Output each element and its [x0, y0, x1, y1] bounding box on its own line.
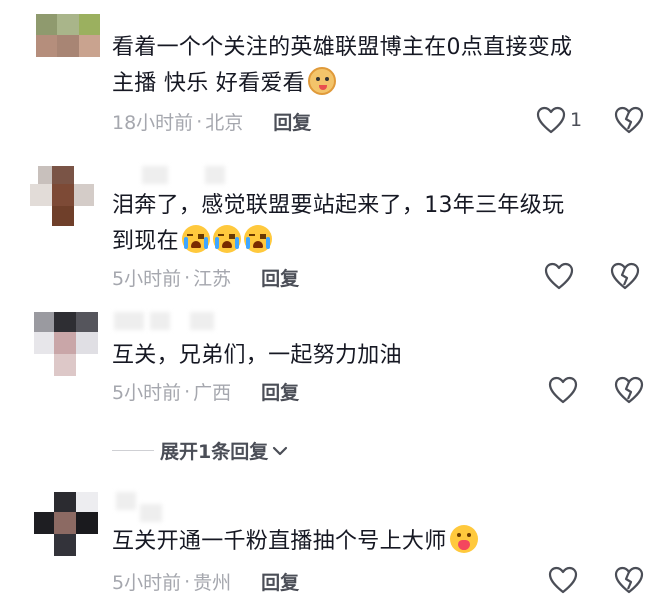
comment-text-segment: 互关开通一千粉直播抽个号上大师 — [112, 529, 447, 554]
like-button[interactable] — [548, 566, 578, 594]
comment-location: 贵州 — [193, 572, 232, 594]
heart-icon — [548, 566, 578, 594]
comment-time: 18小时前 — [112, 112, 194, 134]
comment-item: 互关开通一千粉直播抽个号上大师 5小时前 · 贵州 回复 — [0, 480, 670, 612]
username-blurred — [205, 166, 225, 184]
comment-meta: 5小时前 · 贵州 回复 — [112, 568, 299, 595]
comment-text-line: 互关，兄弟们，一起努力加油 — [112, 343, 402, 368]
chevron-down-icon — [273, 446, 288, 455]
like-button[interactable] — [548, 376, 578, 404]
like-count: 1 — [570, 109, 583, 131]
crying-emoji-icon — [212, 225, 241, 253]
dislike-button[interactable] — [610, 262, 640, 290]
comment-text-segment: 到现在 — [112, 229, 179, 254]
dislike-button[interactable] — [614, 566, 644, 594]
meta-separator: · — [184, 266, 191, 289]
meta-separator: · — [184, 380, 191, 403]
crying-emoji-icon — [243, 225, 272, 253]
avatar[interactable] — [34, 312, 98, 376]
comment-text: 互关，兄弟们，一起努力加油 — [112, 338, 632, 374]
avatar[interactable] — [30, 166, 94, 230]
comment-item: 泪奔了，感觉联盟要站起来了，13年三年级玩 到现在 5小时前 · 江苏 回复 — [0, 150, 670, 300]
comment-text: 互关开通一千粉直播抽个号上大师 — [112, 524, 632, 560]
heart-icon — [536, 106, 566, 134]
reply-button[interactable]: 回复 — [261, 568, 299, 595]
expand-replies-button[interactable]: 展开1条回复 — [112, 437, 288, 464]
reply-button[interactable]: 回复 — [261, 264, 299, 291]
comment-meta: 5小时前 · 广西 回复 — [112, 378, 299, 405]
comment-location: 广西 — [193, 382, 232, 404]
crying-emoji-icon — [181, 225, 210, 253]
like-button[interactable] — [544, 262, 574, 290]
comment-time: 5小时前 — [112, 382, 182, 404]
username-blurred — [116, 492, 136, 510]
like-button[interactable]: 1 — [536, 106, 582, 134]
comment-text: 看着一个个关注的英雄联盟博主在0点直接变成 主播 快乐 好看爱看 — [112, 30, 632, 102]
broken-heart-icon — [610, 262, 640, 290]
dislike-button[interactable] — [614, 106, 644, 134]
dislike-button[interactable] — [614, 376, 644, 404]
reply-button[interactable]: 回复 — [273, 108, 311, 135]
username-blurred — [140, 504, 162, 522]
comment-text-line: 到现在 — [112, 224, 632, 260]
doge-emoji-icon — [308, 67, 336, 95]
comment-item: 互关，兄弟们，一起努力加油 5小时前 · 广西 回复 — [0, 300, 670, 415]
username-blurred — [150, 312, 170, 330]
comment-text-segment: 主播 快乐 好看爱看 — [112, 71, 305, 96]
username-blurred — [142, 166, 168, 184]
comment-text-line: 互关开通一千粉直播抽个号上大师 — [112, 524, 632, 560]
comment-time: 5小时前 — [112, 572, 182, 594]
avatar[interactable] — [36, 14, 100, 78]
comment-item: 看着一个个关注的英雄联盟博主在0点直接变成 主播 快乐 好看爱看 18小时前 ·… — [0, 0, 670, 150]
hugging-emoji-icon — [449, 525, 478, 553]
meta-separator: · — [196, 110, 203, 133]
comment-text-line: 看着一个个关注的英雄联盟博主在0点直接变成 — [112, 35, 573, 60]
broken-heart-icon — [614, 376, 644, 404]
broken-heart-icon — [614, 566, 644, 594]
comment-time: 5小时前 — [112, 268, 182, 290]
broken-heart-icon — [614, 106, 644, 134]
comment-meta: 5小时前 · 江苏 回复 — [112, 264, 299, 291]
comment-meta: 18小时前 · 北京 回复 — [112, 108, 311, 135]
comment-text-line: 主播 快乐 好看爱看 — [112, 66, 632, 102]
heart-icon — [548, 376, 578, 404]
username-blurred — [190, 312, 214, 330]
expand-replies-label: 展开1条回复 — [160, 441, 269, 463]
comment-text-line: 泪奔了，感觉联盟要站起来了，13年三年级玩 — [112, 193, 565, 218]
comment-location: 北京 — [205, 112, 244, 134]
comment-location: 江苏 — [193, 268, 232, 290]
meta-separator: · — [184, 570, 191, 593]
avatar[interactable] — [34, 492, 98, 556]
comment-text: 泪奔了，感觉联盟要站起来了，13年三年级玩 到现在 — [112, 188, 632, 260]
reply-button[interactable]: 回复 — [261, 378, 299, 405]
heart-icon — [544, 262, 574, 290]
divider-line — [112, 450, 154, 451]
username-blurred — [114, 312, 144, 330]
